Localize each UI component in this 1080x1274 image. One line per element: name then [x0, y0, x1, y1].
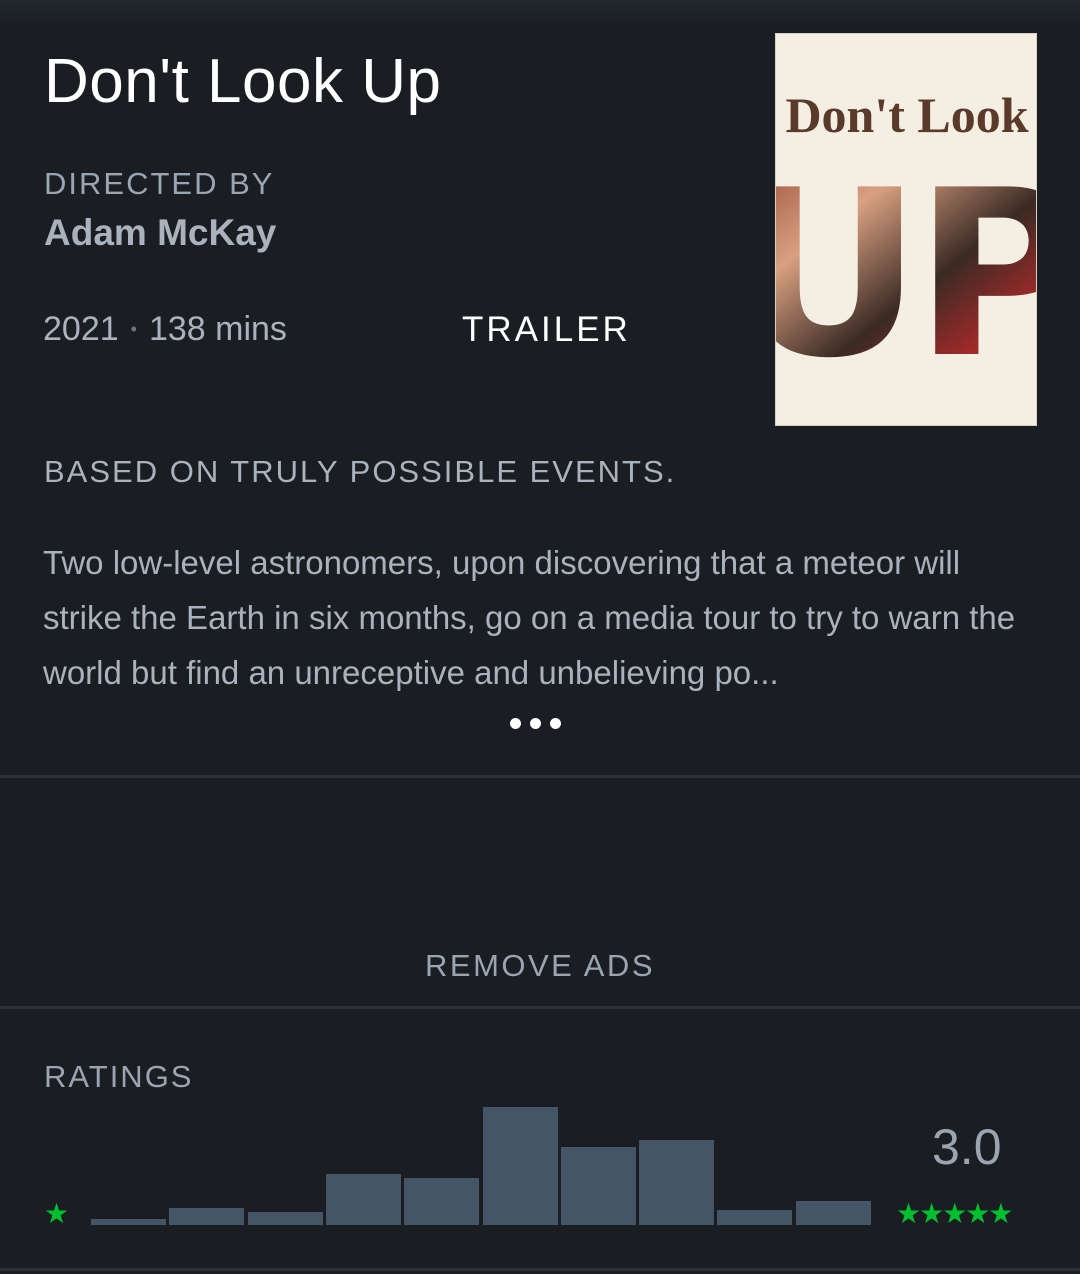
five-star-icon: ★★★★★: [896, 1198, 1014, 1229]
ratings-label: RATINGS: [44, 1059, 194, 1094]
histogram-bar[interactable]: [404, 1178, 479, 1225]
tagline: BASED ON TRULY POSSIBLE EVENTS.: [44, 454, 677, 489]
film-meta: 2021 • 138 mins: [43, 310, 287, 349]
histogram-bar[interactable]: [639, 1140, 714, 1225]
divider: [0, 1268, 1080, 1271]
film-poster[interactable]: Don't Look UP: [775, 33, 1037, 426]
directed-by-label: DIRECTED BY: [44, 166, 275, 201]
release-year[interactable]: 2021: [43, 310, 119, 349]
histogram-bar[interactable]: [248, 1212, 323, 1225]
director-link[interactable]: Adam McKay: [44, 212, 276, 254]
average-rating[interactable]: 3.0: [932, 1118, 1002, 1176]
dot: [510, 718, 521, 729]
histogram-bar[interactable]: [561, 1147, 636, 1225]
poster-artwork: Don't Look UP: [776, 34, 1037, 425]
runtime: 138 mins: [148, 310, 287, 348]
synopsis[interactable]: Two low-level astronomers, upon discover…: [43, 535, 1043, 700]
poster-title-bottom: UP: [776, 142, 1037, 409]
dot: [530, 718, 541, 729]
poster-title-top: Don't Look: [785, 87, 1028, 143]
histogram-bar[interactable]: [91, 1219, 166, 1225]
histogram-bar[interactable]: [326, 1174, 401, 1225]
trailer-button[interactable]: TRAILER: [462, 310, 631, 350]
histogram-bar[interactable]: [483, 1107, 558, 1225]
separator-dot: •: [130, 319, 137, 339]
remove-ads-button[interactable]: REMOVE ADS: [0, 948, 1080, 984]
histogram-bar[interactable]: [717, 1210, 792, 1225]
film-title: Don't Look Up: [44, 47, 442, 116]
histogram-bar[interactable]: [796, 1201, 871, 1225]
dot: [550, 718, 561, 729]
histogram-bar[interactable]: [169, 1208, 244, 1225]
divider: [0, 775, 1080, 778]
ratings-histogram[interactable]: [91, 1100, 873, 1225]
divider: [0, 1006, 1080, 1009]
more-dots-button[interactable]: [510, 718, 561, 729]
one-star-icon: ★: [44, 1198, 70, 1229]
top-gradient: [0, 0, 1080, 30]
